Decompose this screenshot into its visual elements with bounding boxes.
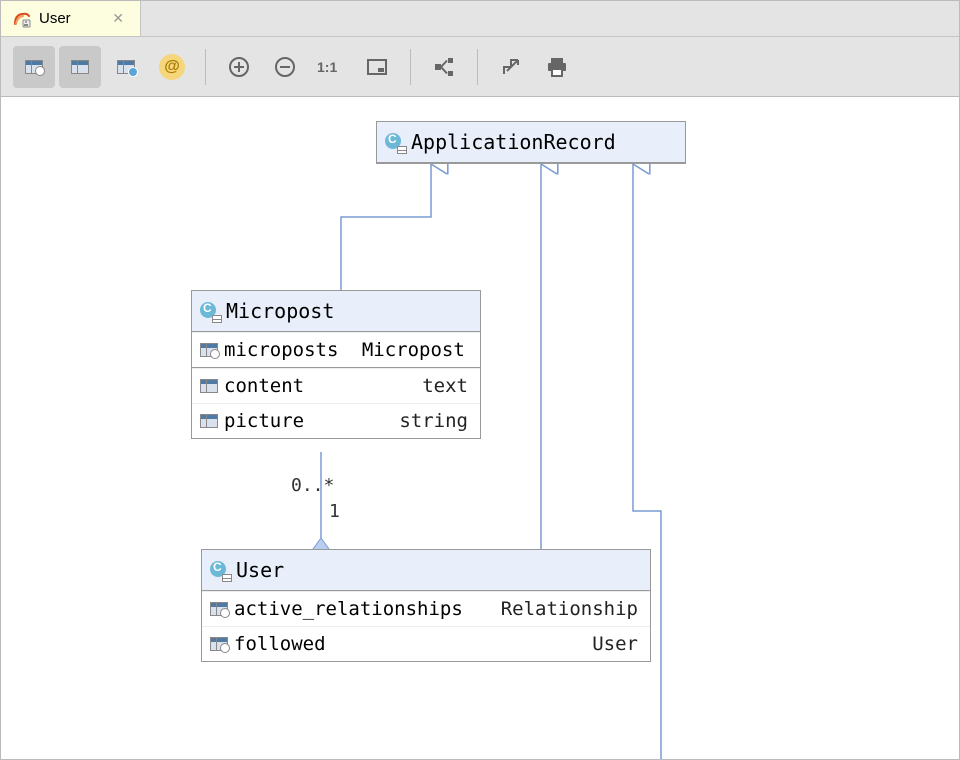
diagram-canvas[interactable]: ApplicationRecord Micropost microposts M… [1, 97, 959, 759]
one-to-one-icon: 1:1 [317, 57, 345, 77]
entity-application-record[interactable]: ApplicationRecord [376, 121, 686, 164]
assoc-type: User [564, 633, 638, 655]
entity-name: ApplicationRecord [411, 130, 616, 154]
table-linked-icon [210, 637, 228, 651]
table-linked-icon [200, 343, 218, 357]
show-tables-button[interactable] [59, 46, 101, 88]
cardinality-bottom: 1 [329, 501, 340, 522]
minus-circle-icon [273, 55, 297, 79]
association-row[interactable]: microposts Micropost [192, 332, 480, 367]
class-icon [210, 560, 230, 580]
assoc-label: active_relationships [234, 598, 463, 620]
plus-circle-icon [227, 55, 251, 79]
at-icon: @ [159, 54, 185, 80]
toolbar: @ 1:1 [1, 37, 959, 97]
column-type: string [371, 410, 468, 432]
show-linked-tables-button[interactable] [13, 46, 55, 88]
class-icon [200, 301, 220, 321]
assoc-label: microposts [224, 339, 338, 361]
zoom-in-button[interactable] [218, 46, 260, 88]
column-label: content [224, 375, 304, 397]
assoc-label: followed [234, 633, 326, 655]
entity-name: User [236, 558, 284, 582]
column-type: text [394, 375, 468, 397]
layout-button[interactable] [423, 46, 465, 88]
entity-header: Micropost [192, 291, 480, 332]
entity-micropost[interactable]: Micropost microposts Micropost content t… [191, 290, 481, 439]
at-annotations-button[interactable]: @ [151, 46, 193, 88]
tab-label: User [39, 10, 71, 27]
association-row[interactable]: followed User [202, 626, 650, 661]
rails-model-icon [13, 10, 31, 28]
table-gear-icon [117, 60, 135, 74]
table-linked-icon [210, 602, 228, 616]
table-linked-icon [25, 60, 43, 74]
column-row[interactable]: content text [192, 368, 480, 403]
column-row[interactable]: picture string [192, 403, 480, 438]
printer-icon [545, 55, 569, 79]
table-settings-button[interactable] [105, 46, 147, 88]
association-row[interactable]: active_relationships Relationship [202, 591, 650, 626]
print-button[interactable] [536, 46, 578, 88]
export-button[interactable] [490, 46, 532, 88]
tab-bar: User ✕ [1, 1, 959, 37]
svg-text:1:1: 1:1 [317, 59, 337, 75]
toolbar-separator [410, 49, 411, 85]
fit-content-button[interactable] [356, 46, 398, 88]
entity-user[interactable]: User active_relationships Relationship f… [201, 549, 651, 662]
entity-header: User [202, 550, 650, 591]
branch-icon [432, 55, 456, 79]
toolbar-separator [477, 49, 478, 85]
assoc-type: Relationship [473, 598, 638, 620]
class-icon [385, 132, 405, 152]
fit-screen-icon [365, 55, 389, 79]
zoom-out-button[interactable] [264, 46, 306, 88]
table-icon [71, 60, 89, 74]
assoc-type: Micropost [362, 339, 465, 361]
export-icon [499, 55, 523, 79]
zoom-reset-button[interactable]: 1:1 [310, 46, 352, 88]
entity-name: Micropost [226, 299, 334, 323]
column-icon [200, 379, 218, 393]
tab-close-icon[interactable]: ✕ [108, 10, 128, 27]
cardinality-top: 0..* [291, 475, 334, 496]
column-icon [200, 414, 218, 428]
toolbar-separator [205, 49, 206, 85]
tab-user[interactable]: User ✕ [1, 1, 141, 36]
column-label: picture [224, 410, 304, 432]
entity-header: ApplicationRecord [377, 122, 685, 163]
